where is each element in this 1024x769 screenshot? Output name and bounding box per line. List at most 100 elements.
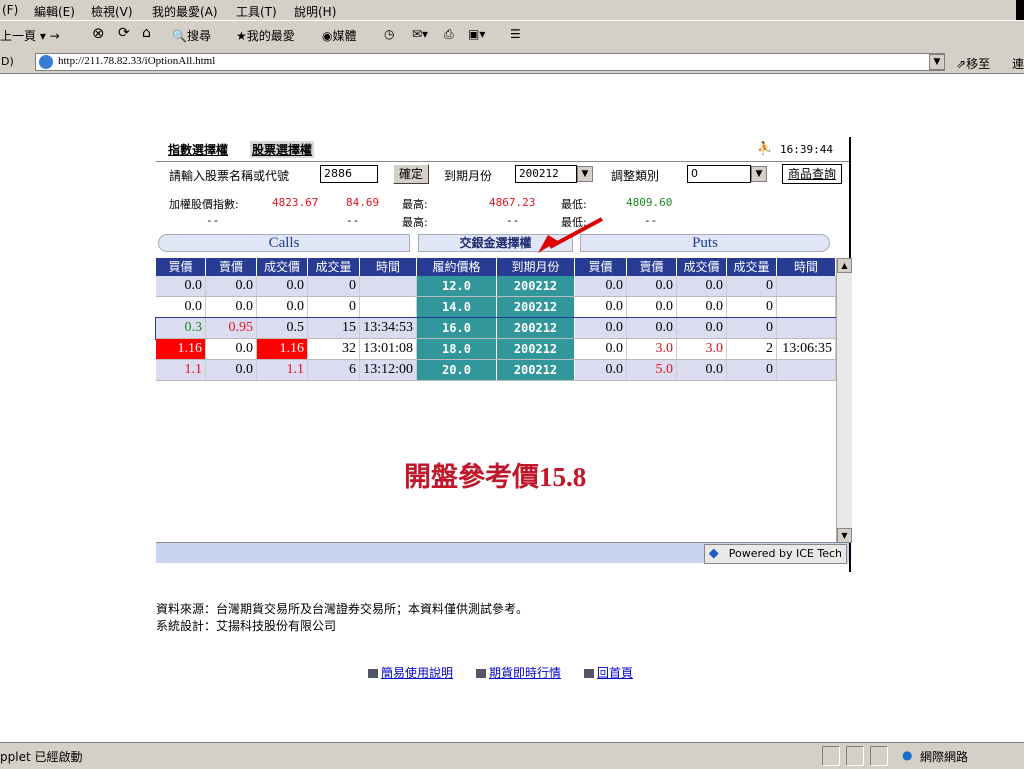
cell-p-ask: 0.0: [627, 276, 677, 296]
go-button[interactable]: ⇗移至: [956, 55, 990, 72]
cell-c-time: 13:01:08: [360, 339, 417, 359]
cell-p-time: 13:06:35: [777, 339, 836, 359]
menu-favorites[interactable]: 我的最愛(A): [152, 3, 218, 20]
cell-c-bid: 0.0: [156, 276, 206, 296]
tab-index-options[interactable]: 指數選擇權: [168, 141, 228, 158]
cell-p-vol: 0: [727, 318, 777, 338]
mail-icon[interactable]: ✉▾: [412, 27, 428, 41]
link-user-guide[interactable]: 簡易使用說明: [368, 664, 453, 681]
media-button[interactable]: ◉媒體: [322, 27, 357, 44]
confirm-button[interactable]: 確定: [393, 164, 429, 184]
table-row[interactable]: 0.3 0.95 0.5 15 13:34:53 16.0 200212 0.0 0.0 0.0 0: [155, 317, 837, 340]
back-button[interactable]: 上一頁 ▾ →: [0, 27, 60, 44]
scroll-down-icon[interactable]: ▼: [837, 528, 852, 543]
cell-p-ask: 0.0: [627, 297, 677, 317]
table-row[interactable]: 0.0 0.0 0.0 0 12.0 200212 0.0 0.0 0.0 0: [156, 276, 836, 297]
calls-header: Calls: [158, 234, 410, 252]
cell-month: 200212: [497, 318, 575, 338]
url-text: http://211.78.82.33/iOptionAll.html: [58, 55, 216, 67]
cell-p-time: [777, 360, 836, 380]
cell-c-vol: 15: [308, 318, 360, 338]
row2-high-label: 最高:: [402, 216, 428, 229]
edit-icon[interactable]: ▣▾: [468, 27, 485, 41]
status-pane: [846, 746, 864, 766]
cell-c-ask: 0.0: [206, 276, 257, 296]
home-icon[interactable]: ⌂: [142, 25, 151, 41]
ice-logo-icon: ◆: [708, 546, 719, 561]
powered-by-badge[interactable]: ◆ Powered by ICE Tech: [703, 544, 847, 564]
refresh-icon[interactable]: ⟳: [118, 25, 130, 41]
scroll-up-icon[interactable]: ▲: [837, 258, 852, 273]
print-icon[interactable]: ⎙: [444, 27, 454, 42]
month-select[interactable]: 200212: [515, 165, 577, 183]
menu-tools[interactable]: 工具(T): [236, 3, 277, 20]
cell-c-ask: 0.95: [206, 318, 257, 338]
menu-edit[interactable]: 編輯(E): [34, 3, 75, 20]
month-dropdown-icon[interactable]: ▼: [577, 166, 593, 182]
cell-c-ask: 0.0: [206, 339, 257, 359]
cell-strike: 20.0: [417, 360, 497, 380]
cell-p-last: 0.0: [677, 276, 727, 296]
browser-toolbar: 上一頁 ▾ → ⊗ ⟳ ⌂ 🔍搜尋 ★我的最愛 ◉媒體 ◷ ✉▾ ⎙ ▣▾ ☰: [0, 20, 1024, 52]
history-icon[interactable]: ◷: [384, 27, 394, 41]
address-dropdown-icon[interactable]: ▼: [929, 54, 945, 70]
menu-help[interactable]: 說明(H): [294, 3, 336, 20]
table-row[interactable]: 0.0 0.0 0.0 0 14.0 200212 0.0 0.0 0.0 0: [156, 297, 836, 318]
cell-c-bid: 1.16: [156, 339, 206, 359]
link-user-guide-label: 簡易使用說明: [381, 666, 454, 680]
index-label: 加權股價指數:: [169, 198, 239, 211]
links-label[interactable]: 連: [1012, 55, 1024, 72]
cell-c-bid: 0.0: [156, 297, 206, 317]
powered-by-text: Powered by ICE Tech: [728, 547, 842, 560]
cell-p-bid: 0.0: [575, 297, 627, 317]
link-futures-quotes-label: 期貨即時行情: [489, 666, 562, 680]
adjust-select[interactable]: 0: [687, 165, 751, 183]
link-home[interactable]: 回首頁: [584, 664, 633, 681]
cell-p-bid: 0.0: [575, 339, 627, 359]
month-label: 到期月份: [444, 169, 493, 183]
vertical-scrollbar[interactable]: ▲ ▼: [836, 258, 852, 543]
puts-header: Puts: [580, 234, 830, 252]
cell-p-last: 3.0: [677, 339, 727, 359]
stop-icon[interactable]: ⊗: [92, 24, 105, 42]
cell-c-last: 1.1: [257, 360, 308, 380]
ie-page-icon: [39, 55, 53, 69]
query-button[interactable]: 商品查詢: [782, 164, 842, 184]
back-label: 上一頁: [0, 29, 37, 43]
url-field[interactable]: http://211.78.82.33/iOptionAll.html: [35, 53, 945, 71]
menu-bar: (F) 編輯(E) 檢視(V) 我的最愛(A) 工具(T) 說明(H): [0, 0, 1024, 20]
stock-input[interactable]: 2886: [320, 165, 378, 183]
cell-p-bid: 0.0: [575, 360, 627, 380]
link-icon: [368, 669, 378, 678]
cell-c-time: 13:34:53: [360, 318, 417, 338]
favorites-button[interactable]: ★我的最愛: [236, 27, 295, 44]
link-icon: [584, 669, 594, 678]
cell-p-bid: 0.0: [575, 318, 627, 338]
arrow-annotation: [538, 217, 603, 253]
adjust-dropdown-icon[interactable]: ▼: [751, 166, 767, 182]
discuss-icon[interactable]: ☰: [510, 27, 521, 41]
link-home-label: 回首頁: [597, 666, 634, 680]
tab-stock-options[interactable]: 股票選擇權: [250, 141, 315, 158]
row2-change: --: [346, 214, 360, 227]
cell-p-last: 0.0: [677, 297, 727, 317]
table-row[interactable]: 1.16 0.0 1.16 32 13:01:08 18.0 200212 0.0 3.0 3.0…: [156, 339, 836, 360]
link-futures-quotes[interactable]: 期貨即時行情: [476, 664, 561, 681]
cell-month: 200212: [497, 297, 575, 317]
globe-icon: ●: [902, 748, 913, 762]
cell-c-bid: 0.3: [156, 318, 206, 338]
cell-strike: 14.0: [417, 297, 497, 317]
row2-high-value: --: [506, 214, 520, 227]
table-row[interactable]: 1.1 0.0 1.1 6 13:12:00 20.0 200212 0.0 5.0 0.0 0: [156, 360, 836, 381]
menu-view[interactable]: 檢視(V): [91, 3, 133, 20]
cell-c-last: 0.0: [257, 276, 308, 296]
search-button[interactable]: 🔍搜尋: [172, 27, 211, 44]
media-label: 媒體: [332, 29, 357, 43]
stock-prompt: 請輸入股票名稱或代號: [169, 169, 290, 183]
cell-p-ask: 3.0: [627, 339, 677, 359]
cell-c-time: [360, 276, 417, 296]
menu-file[interactable]: (F): [2, 3, 18, 17]
row2-low-value: --: [644, 214, 658, 227]
address-bar: D) http://211.78.82.33/iOptionAll.html ▼…: [0, 51, 1024, 74]
cell-p-vol: 0: [727, 276, 777, 296]
